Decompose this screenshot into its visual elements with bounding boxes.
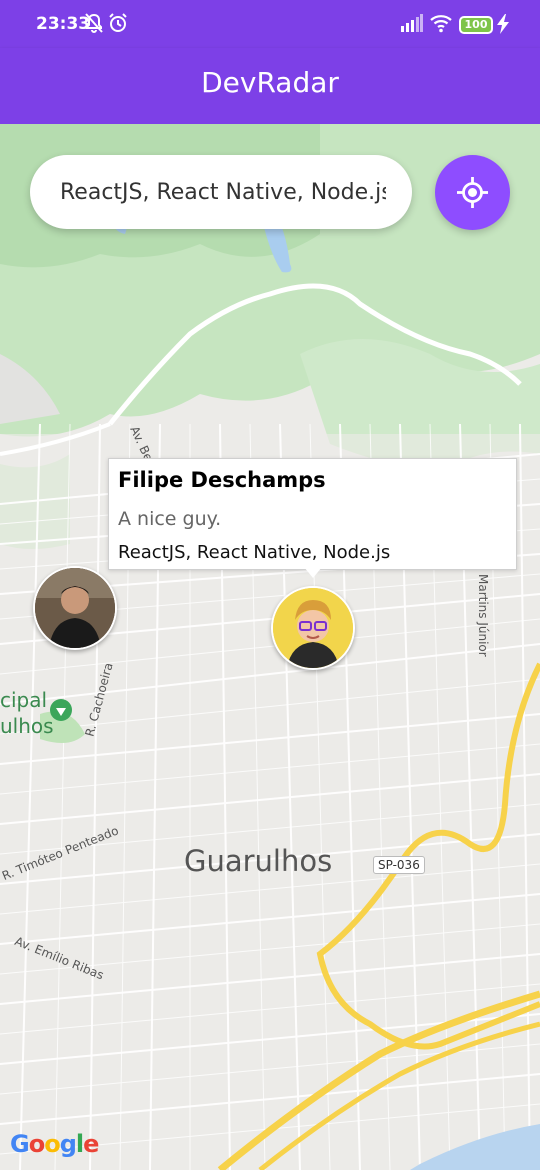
city-label: Guarulhos [184, 844, 333, 878]
avatar [273, 588, 353, 668]
status-bar: 23:33 100 [0, 0, 540, 48]
signal-icon [401, 14, 423, 37]
app-bar: DevRadar [0, 48, 540, 124]
search-bar [30, 155, 412, 229]
avatar [35, 568, 115, 648]
dev-techs: ReactJS, React Native, Node.js [118, 542, 391, 563]
locate-button[interactable] [435, 155, 510, 230]
wifi-icon [429, 13, 453, 38]
charging-icon [496, 14, 510, 39]
status-time: 23:33 [36, 14, 91, 34]
locate-icon [457, 177, 488, 208]
dev-name: Filipe Deschamps [118, 468, 326, 492]
callout-tail [304, 567, 322, 578]
mute-icon [84, 12, 104, 39]
street-label: Martins Júnior [476, 574, 490, 657]
road-shield: SP-036 [373, 856, 425, 874]
dev-callout[interactable]: Filipe Deschamps A nice guy. ReactJS, Re… [108, 458, 517, 570]
app-title: DevRadar [201, 66, 339, 99]
dev-marker-avatar[interactable] [33, 566, 117, 650]
battery-icon: 100 [459, 16, 493, 34]
dev-bio: A nice guy. [118, 508, 222, 530]
alarm-icon [108, 12, 128, 39]
search-input[interactable] [60, 155, 386, 229]
dev-marker-avatar[interactable] [271, 586, 355, 670]
poi-label: cipal [0, 688, 48, 712]
google-logo: Google [10, 1130, 99, 1158]
poi-label: ulhos [0, 714, 54, 738]
